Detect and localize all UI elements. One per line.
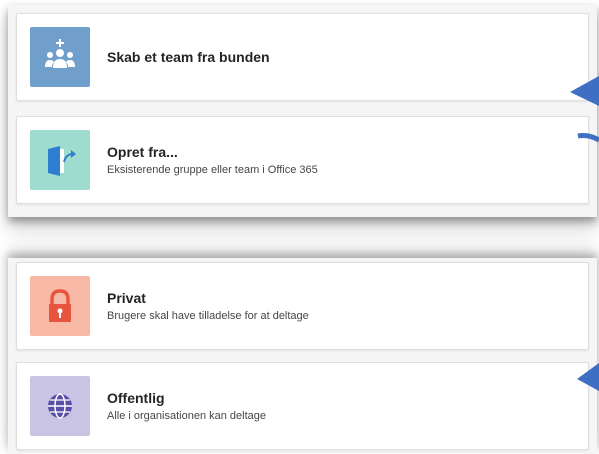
card-title: Offentlig [107,389,165,406]
card-text: Opret fra... Eksisterende gruppe eller t… [107,117,568,203]
create-from-existing-card[interactable]: Opret fra... Eksisterende gruppe eller t… [16,116,589,204]
create-from-scratch-card[interactable]: Skab et team fra bunden [16,13,589,101]
card-title: Skab et team fra bunden [107,49,270,65]
annotation-arrow-1 [570,76,599,106]
card-description: Brugere skal have tilladelse for at delt… [107,309,309,322]
card-description: Eksisterende gruppe eller team i Office … [107,163,318,176]
door-arrow-icon [30,130,90,190]
public-option-card[interactable]: Offentlig Alle i organisationen kan delt… [16,362,589,450]
card-title: Opret fra... [107,143,178,160]
card-text: Skab et team fra bunden [107,14,568,100]
privacy-options-panel: Privat Brugere skal have tilladelse for … [8,258,597,454]
private-option-card[interactable]: Privat Brugere skal have tilladelse for … [16,262,589,350]
card-text: Privat Brugere skal have tilladelse for … [107,263,568,349]
annotation-arrow-2 [577,133,599,143]
lock-icon [30,276,90,336]
card-title: Privat [107,289,146,306]
card-text: Offentlig Alle i organisationen kan delt… [107,363,568,449]
create-team-screen: Skab et team fra bunden Opret fra... Eks… [0,0,599,454]
card-description: Alle i organisationen kan deltage [107,409,267,422]
create-options-panel: Skab et team fra bunden Opret fra... Eks… [8,5,597,217]
people-add-icon [30,27,90,87]
globe-icon [30,376,90,436]
annotation-arrow-3 [577,363,599,391]
